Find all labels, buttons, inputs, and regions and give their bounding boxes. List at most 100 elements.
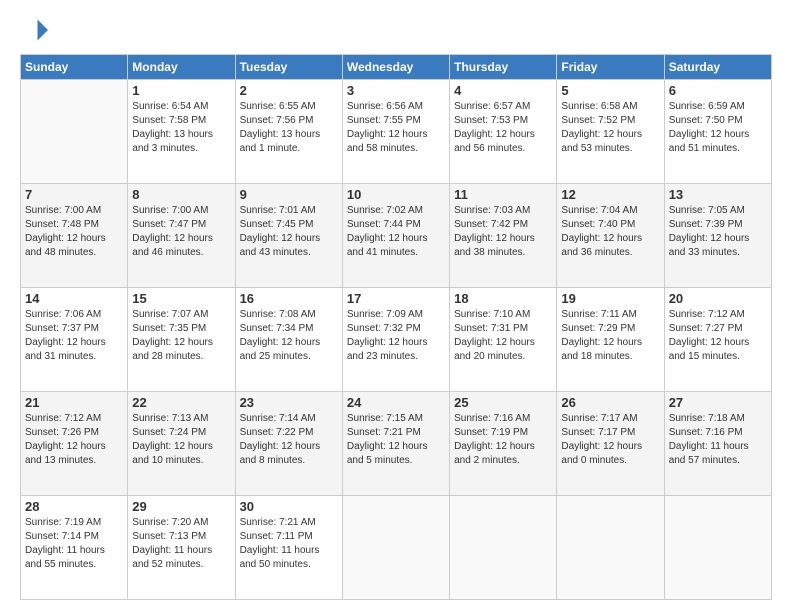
day-cell: 23Sunrise: 7:14 AM Sunset: 7:22 PM Dayli… xyxy=(235,392,342,496)
day-number: 8 xyxy=(132,187,230,202)
day-cell: 16Sunrise: 7:08 AM Sunset: 7:34 PM Dayli… xyxy=(235,288,342,392)
week-row-3: 14 Sunrise: 7:06 AM Sunset: 7:37 PM Dayli… xyxy=(21,288,772,392)
day-info: Sunrise: 7:13 AM Sunset: 7:24 PM Dayligh… xyxy=(132,412,230,468)
day-number: 10 xyxy=(347,187,445,202)
day-number: 27 xyxy=(669,395,767,410)
day-cell: 18 Sunrise: 7:10 AM Sunset: 7:31 PM Dayli… xyxy=(450,288,557,392)
day-info: Sunrise: 7:12 AM Sunset: 7:26 PM Dayligh… xyxy=(25,412,123,468)
day-number: 28 xyxy=(25,499,123,514)
day-number: 24 xyxy=(347,395,445,410)
day-number: 26 xyxy=(561,395,659,410)
day-info: Sunrise: 7:01 AM Sunset: 7:45 PM Dayligh… xyxy=(240,204,338,260)
page: SundayMondayTuesdayWednesdayThursdayFrid… xyxy=(0,0,792,612)
day-cell: 8Sunrise: 7:00 AM Sunset: 7:47 PM Daylig… xyxy=(128,184,235,288)
week-row-4: 21 Sunrise: 7:12 AM Sunset: 7:26 PM Dayli… xyxy=(21,392,772,496)
day-cell: 21 Sunrise: 7:12 AM Sunset: 7:26 PM Dayli… xyxy=(21,392,128,496)
day-info: Sunrise: 7:07 AM Sunset: 7:35 PM Dayligh… xyxy=(132,308,230,364)
day-number: 14 xyxy=(25,291,123,306)
day-number: 9 xyxy=(240,187,338,202)
day-cell xyxy=(342,496,449,600)
day-number: 18 xyxy=(454,291,552,306)
week-row-2: 7 Sunrise: 7:00 AM Sunset: 7:48 PM Daylig… xyxy=(21,184,772,288)
day-cell: 29 Sunrise: 7:20 AM Sunset: 7:13 PM Dayli… xyxy=(128,496,235,600)
day-info: Sunrise: 6:58 AM Sunset: 7:52 PM Dayligh… xyxy=(561,100,659,156)
day-info: Sunrise: 6:57 AM Sunset: 7:53 PM Dayligh… xyxy=(454,100,552,156)
weekday-header-tuesday: Tuesday xyxy=(235,55,342,80)
day-number: 13 xyxy=(669,187,767,202)
day-cell xyxy=(21,80,128,184)
day-info: Sunrise: 6:59 AM Sunset: 7:50 PM Dayligh… xyxy=(669,100,767,156)
day-cell: 1 Sunrise: 6:54 AM Sunset: 7:58 PM Daylig… xyxy=(128,80,235,184)
day-number: 19 xyxy=(561,291,659,306)
day-info: Sunrise: 7:15 AM Sunset: 7:21 PM Dayligh… xyxy=(347,412,445,468)
day-cell xyxy=(557,496,664,600)
day-cell: 15 Sunrise: 7:07 AM Sunset: 7:35 PM Dayli… xyxy=(128,288,235,392)
day-info: Sunrise: 7:11 AM Sunset: 7:29 PM Dayligh… xyxy=(561,308,659,364)
day-cell: 28 Sunrise: 7:19 AM Sunset: 7:14 PM Dayli… xyxy=(21,496,128,600)
day-cell: 2 Sunrise: 6:55 AM Sunset: 7:56 PM Daylig… xyxy=(235,80,342,184)
day-info: Sunrise: 7:00 AM Sunset: 7:48 PM Dayligh… xyxy=(25,204,123,260)
day-cell: 4Sunrise: 6:57 AM Sunset: 7:53 PM Daylig… xyxy=(450,80,557,184)
day-info: Sunrise: 7:18 AM Sunset: 7:16 PM Dayligh… xyxy=(669,412,767,468)
header xyxy=(20,16,772,44)
day-number: 16 xyxy=(240,291,338,306)
day-info: Sunrise: 7:20 AM Sunset: 7:13 PM Dayligh… xyxy=(132,516,230,572)
day-number: 30 xyxy=(240,499,338,514)
day-cell: 14 Sunrise: 7:06 AM Sunset: 7:37 PM Dayli… xyxy=(21,288,128,392)
day-cell: 19 Sunrise: 7:11 AM Sunset: 7:29 PM Dayli… xyxy=(557,288,664,392)
weekday-header-wednesday: Wednesday xyxy=(342,55,449,80)
day-number: 5 xyxy=(561,83,659,98)
weekday-header-thursday: Thursday xyxy=(450,55,557,80)
day-info: Sunrise: 7:17 AM Sunset: 7:17 PM Dayligh… xyxy=(561,412,659,468)
weekday-header-row: SundayMondayTuesdayWednesdayThursdayFrid… xyxy=(21,55,772,80)
day-cell: 26 Sunrise: 7:17 AM Sunset: 7:17 PM Dayli… xyxy=(557,392,664,496)
day-info: Sunrise: 7:10 AM Sunset: 7:31 PM Dayligh… xyxy=(454,308,552,364)
week-row-5: 28 Sunrise: 7:19 AM Sunset: 7:14 PM Dayli… xyxy=(21,496,772,600)
day-info: Sunrise: 6:54 AM Sunset: 7:58 PM Dayligh… xyxy=(132,100,230,156)
day-number: 25 xyxy=(454,395,552,410)
weekday-header-monday: Monday xyxy=(128,55,235,80)
day-info: Sunrise: 6:55 AM Sunset: 7:56 PM Dayligh… xyxy=(240,100,338,156)
day-cell: 25 Sunrise: 7:16 AM Sunset: 7:19 PM Dayli… xyxy=(450,392,557,496)
day-cell: 20Sunrise: 7:12 AM Sunset: 7:27 PM Dayli… xyxy=(664,288,771,392)
day-cell xyxy=(664,496,771,600)
day-info: Sunrise: 7:21 AM Sunset: 7:11 PM Dayligh… xyxy=(240,516,338,572)
day-cell: 6 Sunrise: 6:59 AM Sunset: 7:50 PM Daylig… xyxy=(664,80,771,184)
day-cell: 3 Sunrise: 6:56 AM Sunset: 7:55 PM Daylig… xyxy=(342,80,449,184)
day-info: Sunrise: 7:02 AM Sunset: 7:44 PM Dayligh… xyxy=(347,204,445,260)
day-info: Sunrise: 7:09 AM Sunset: 7:32 PM Dayligh… xyxy=(347,308,445,364)
logo-icon xyxy=(20,16,48,44)
weekday-header-friday: Friday xyxy=(557,55,664,80)
calendar: SundayMondayTuesdayWednesdayThursdayFrid… xyxy=(20,54,772,600)
day-cell: 22Sunrise: 7:13 AM Sunset: 7:24 PM Dayli… xyxy=(128,392,235,496)
day-number: 23 xyxy=(240,395,338,410)
day-cell: 7 Sunrise: 7:00 AM Sunset: 7:48 PM Daylig… xyxy=(21,184,128,288)
day-number: 21 xyxy=(25,395,123,410)
day-number: 17 xyxy=(347,291,445,306)
weekday-header-sunday: Sunday xyxy=(21,55,128,80)
day-number: 12 xyxy=(561,187,659,202)
day-cell: 5 Sunrise: 6:58 AM Sunset: 7:52 PM Daylig… xyxy=(557,80,664,184)
logo xyxy=(20,16,52,44)
week-row-1: 1 Sunrise: 6:54 AM Sunset: 7:58 PM Daylig… xyxy=(21,80,772,184)
day-cell xyxy=(450,496,557,600)
day-number: 7 xyxy=(25,187,123,202)
day-info: Sunrise: 7:16 AM Sunset: 7:19 PM Dayligh… xyxy=(454,412,552,468)
day-number: 3 xyxy=(347,83,445,98)
day-cell: 10 Sunrise: 7:02 AM Sunset: 7:44 PM Dayli… xyxy=(342,184,449,288)
day-number: 6 xyxy=(669,83,767,98)
day-number: 2 xyxy=(240,83,338,98)
day-number: 29 xyxy=(132,499,230,514)
weekday-header-saturday: Saturday xyxy=(664,55,771,80)
day-number: 15 xyxy=(132,291,230,306)
day-number: 20 xyxy=(669,291,767,306)
day-cell: 13Sunrise: 7:05 AM Sunset: 7:39 PM Dayli… xyxy=(664,184,771,288)
day-info: Sunrise: 7:19 AM Sunset: 7:14 PM Dayligh… xyxy=(25,516,123,572)
day-number: 11 xyxy=(454,187,552,202)
day-cell: 9 Sunrise: 7:01 AM Sunset: 7:45 PM Daylig… xyxy=(235,184,342,288)
day-info: Sunrise: 7:06 AM Sunset: 7:37 PM Dayligh… xyxy=(25,308,123,364)
day-info: Sunrise: 6:56 AM Sunset: 7:55 PM Dayligh… xyxy=(347,100,445,156)
day-cell: 17 Sunrise: 7:09 AM Sunset: 7:32 PM Dayli… xyxy=(342,288,449,392)
day-cell: 11Sunrise: 7:03 AM Sunset: 7:42 PM Dayli… xyxy=(450,184,557,288)
day-number: 1 xyxy=(132,83,230,98)
